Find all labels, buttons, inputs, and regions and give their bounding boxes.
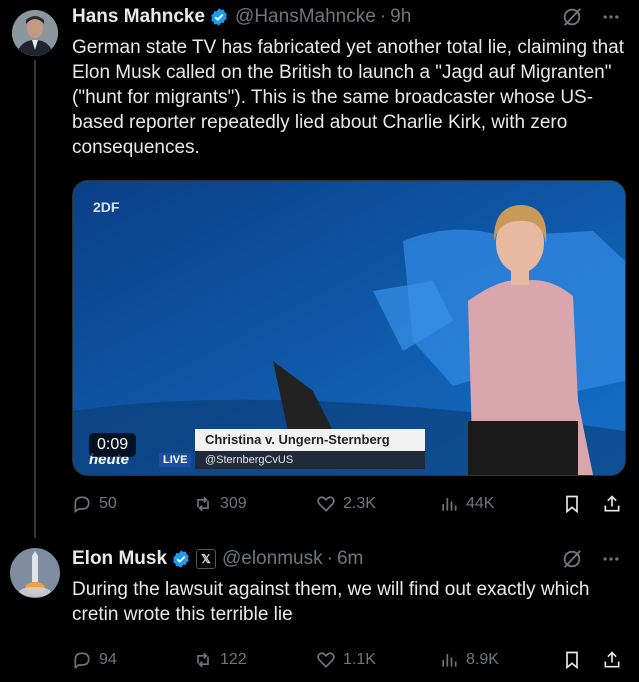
repost-count: 309 [220,495,247,512]
tweet-elon-musk[interactable]: Elon Musk 𝕏 @elonmusk · 6m During the la… [0,540,639,682]
more-icon[interactable] [601,7,621,27]
repost-button[interactable]: 309 [193,494,247,514]
tweet-text: German state TV has fabricated yet anoth… [72,37,624,158]
separator-dot: · [326,548,333,569]
avatar-hans-mahncke[interactable] [12,10,58,56]
views-button[interactable]: 8.9K [439,650,499,670]
repost-button[interactable]: 122 [193,650,247,670]
views-count: 44K [466,495,495,512]
x-affiliate-icon[interactable]: 𝕏 [196,549,217,569]
like-button[interactable]: 1.1K [316,650,376,670]
author-name[interactable]: Hans Mahncke [72,6,205,28]
live-badge: LIVE [159,453,192,467]
tweet-actions: 50 309 2.3K 44K [72,492,627,516]
reply-button[interactable]: 50 [72,494,117,514]
bookmark-icon[interactable] [562,494,582,514]
grok-icon[interactable] [561,6,583,28]
author-handle[interactable]: @HansMahncke [235,6,376,28]
like-button[interactable]: 2.3K [316,494,376,514]
reply-count: 94 [99,651,117,668]
separator-dot: · [379,6,387,27]
like-count: 1.1K [343,651,376,668]
tweet-header: Hans Mahncke @HansMahncke · 9h [72,4,411,30]
tweet-actions: 94 122 1.1K 8.9K [72,648,627,672]
verified-icon [211,8,227,26]
tweet-top-actions [561,6,621,28]
tweet-video[interactable]: 2DF heute LIVE Christina v. Ungern-Stern… [72,180,626,476]
views-count: 8.9K [466,651,499,668]
lower-third-name: Christina v. Ungern-Sternberg [195,429,425,451]
bookmark-icon[interactable] [562,650,582,670]
views-button[interactable]: 44K [439,494,494,514]
like-icon [317,652,335,668]
verified-icon [173,550,189,568]
zdf-logo: 2DF [93,199,120,215]
reply-button[interactable]: 94 [72,650,117,670]
tweet-hans-mahncke[interactable]: Hans Mahncke @HansMahncke · 9h German st… [0,0,639,540]
tweet-top-actions [561,548,621,570]
views-icon [442,498,457,511]
repost-icon [197,496,209,512]
reply-icon [74,496,90,514]
video-duration: 0:09 [89,433,137,457]
reply-icon [74,652,90,670]
repost-count: 122 [220,651,247,668]
reply-count: 50 [99,495,117,512]
views-icon [442,654,457,667]
share-icon[interactable] [602,650,622,670]
avatar-elon-musk[interactable] [10,548,60,598]
share-icon[interactable] [602,494,622,514]
repost-icon [197,652,209,668]
author-handle[interactable]: @elonmusk [222,548,323,570]
timestamp[interactable]: 9h [390,6,411,28]
lower-third-handle: @SternbergCvUS [195,451,425,469]
author-name[interactable]: Elon Musk [72,548,167,570]
more-icon[interactable] [601,549,621,569]
tweet-text: During the lawsuit against them, we will… [72,579,590,625]
thread-line [34,60,36,538]
like-count: 2.3K [343,495,376,512]
like-icon [317,496,335,512]
grok-icon[interactable] [561,548,583,570]
timestamp[interactable]: 6m [337,548,363,570]
tweet-header: Elon Musk 𝕏 @elonmusk · 6m [72,546,363,572]
